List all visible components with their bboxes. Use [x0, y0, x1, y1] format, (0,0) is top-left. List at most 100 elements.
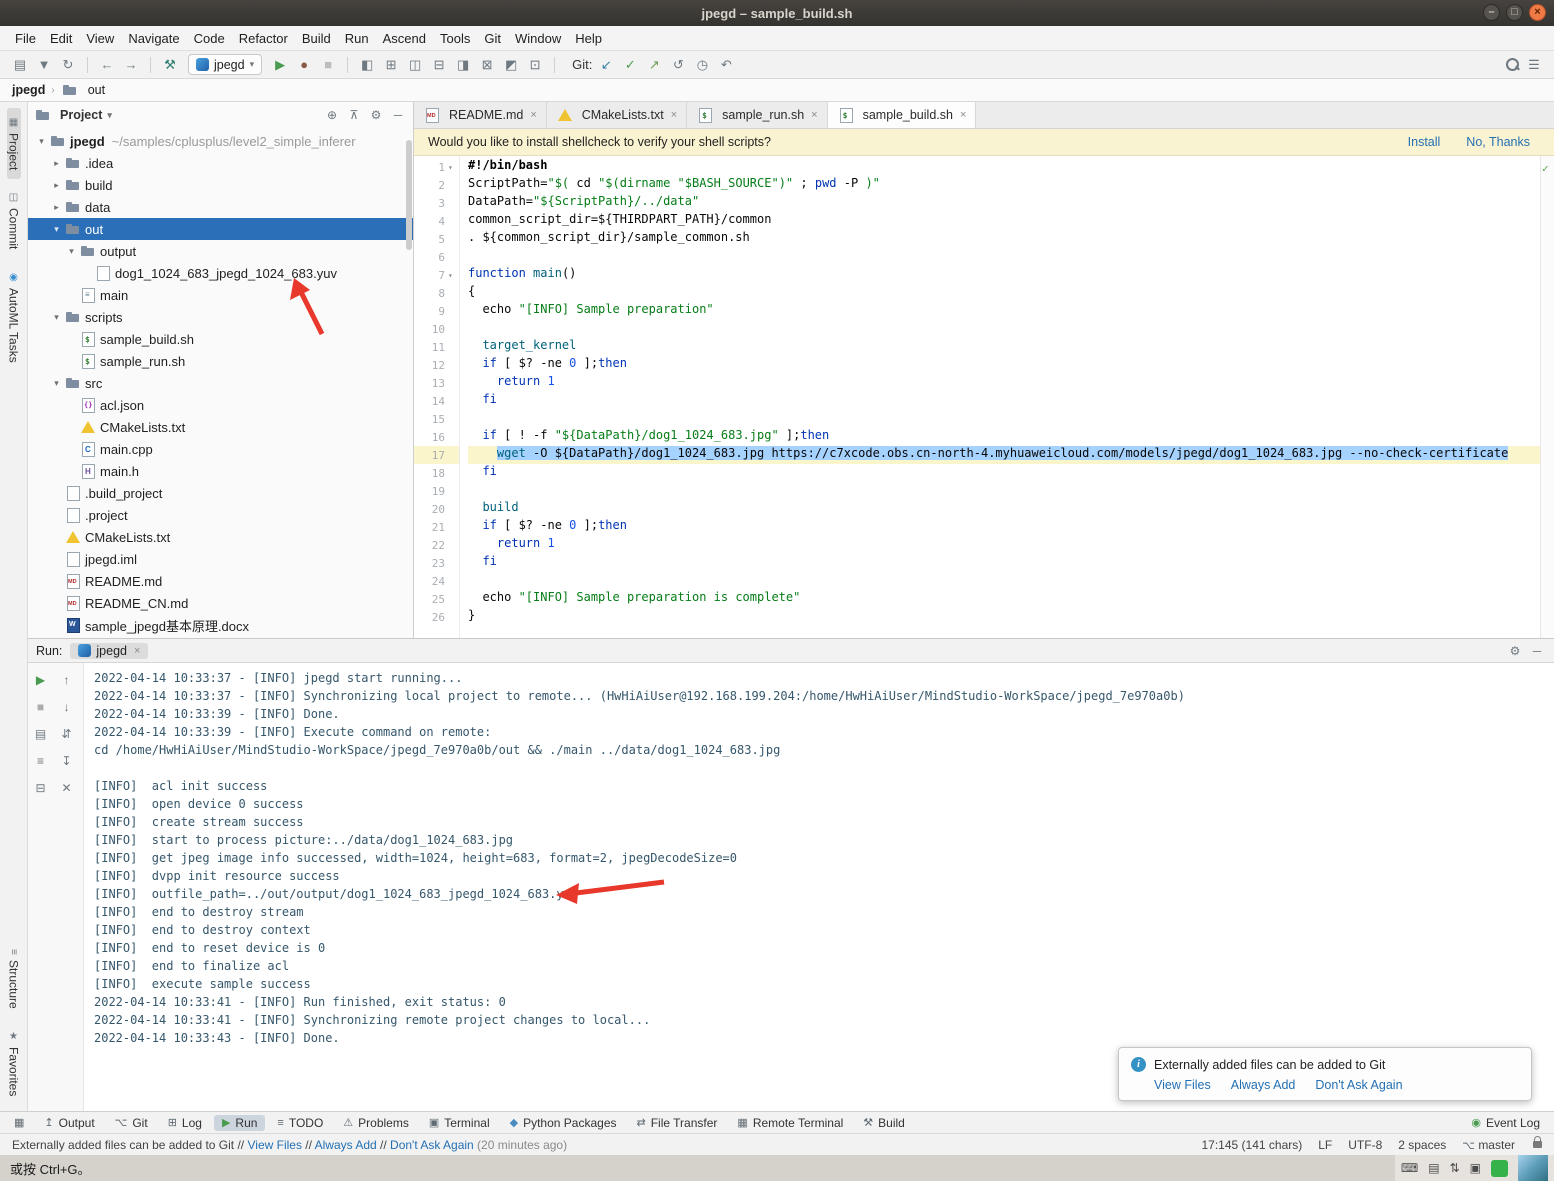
tool-run[interactable]: ▶Run [214, 1115, 265, 1131]
tree-item-jpegd[interactable]: ▾jpegd~/samples/cplusplus/level2_simple_… [28, 130, 413, 152]
layout-icon[interactable]: ▤ [1428, 1161, 1439, 1175]
print-icon[interactable]: ⊟ [31, 779, 51, 797]
profiler-icon[interactable]: ⊞ [381, 55, 401, 75]
hide-panel-icon[interactable]: ─ [389, 106, 407, 124]
project-panel-title[interactable]: Project ▾ [34, 107, 112, 123]
run-icon[interactable]: ▶ [270, 55, 290, 75]
input-mode-icon[interactable]: ▣ [1470, 1161, 1481, 1175]
tree-chevron-icon[interactable]: ▾ [64, 246, 79, 257]
status-link[interactable]: View Files [247, 1138, 301, 1152]
tool-event-log[interactable]: ◉Event Log [1463, 1115, 1548, 1131]
tree-item-sample_build.sh[interactable]: sample_build.sh [28, 328, 413, 350]
tree-chevron-icon[interactable]: ▾ [49, 312, 64, 323]
tree-item-src[interactable]: ▾src [28, 372, 413, 394]
tree-item-.build_project[interactable]: .build_project [28, 482, 413, 504]
compare-icon[interactable]: ◫ [405, 55, 425, 75]
close-button[interactable]: × [1529, 4, 1546, 21]
prev-occurrence-icon[interactable]: ↑ [57, 671, 77, 689]
stop-icon[interactable]: ■ [318, 55, 338, 75]
git-push-icon[interactable]: ↗ [644, 55, 664, 75]
menu-refactor[interactable]: Refactor [232, 29, 295, 48]
board-icon[interactable]: ◩ [501, 55, 521, 75]
tool-problems[interactable]: ⚠Problems [335, 1115, 417, 1131]
next-occurrence-icon[interactable]: ↓ [57, 698, 77, 716]
tree-chevron-icon[interactable]: ▸ [49, 180, 64, 191]
code-editor[interactable]: #!/bin/bashScriptPath="$( cd "$(dirname … [460, 156, 1540, 638]
tree-item-dog1_1024_683_jpegd_1024_683.yuv[interactable]: dog1_1024_683_jpegd_1024_683.yuv [28, 262, 413, 284]
tree-item-README_CN.md[interactable]: README_CN.md [28, 592, 413, 614]
log-icon[interactable]: ⊟ [429, 55, 449, 75]
notification-action-always-add[interactable]: Always Add [1231, 1078, 1296, 1092]
maximize-button[interactable]: □ [1506, 4, 1523, 21]
notification-action-view-files[interactable]: View Files [1154, 1078, 1211, 1092]
run-console[interactable]: 2022-04-14 10:33:37 - [INFO] jpegd start… [84, 663, 1554, 1111]
scroll-to-end-icon[interactable]: ↧ [57, 752, 77, 770]
locate-icon[interactable]: ⊕ [323, 106, 341, 124]
close-icon[interactable]: × [960, 109, 966, 121]
menu-help[interactable]: Help [568, 29, 609, 48]
tree-item-main.h[interactable]: main.h [28, 460, 413, 482]
save-all-icon[interactable]: ▼ [34, 55, 54, 75]
tree-item-main.cpp[interactable]: main.cpp [28, 438, 413, 460]
menu-code[interactable]: Code [187, 29, 232, 48]
banner-action-no-thanks[interactable]: No, Thanks [1466, 135, 1530, 149]
tree-chevron-icon[interactable]: ▾ [49, 224, 64, 235]
tree-item-sample_run.sh[interactable]: sample_run.sh [28, 350, 413, 372]
menu-tools[interactable]: Tools [433, 29, 477, 48]
tree-item-acl.json[interactable]: acl.json [28, 394, 413, 416]
git-update-icon[interactable]: ↙ [596, 55, 616, 75]
tab-sample_run.sh[interactable]: sample_run.sh× [687, 102, 827, 128]
panel-settings-icon[interactable]: ⚙ [367, 106, 385, 124]
updown-icon[interactable]: ⇅ [1450, 1161, 1460, 1175]
model-converter-icon[interactable]: ◧ [357, 55, 377, 75]
tool-build[interactable]: ⚒Build [855, 1115, 913, 1131]
close-icon[interactable]: × [811, 109, 817, 121]
tree-item-jpegd.iml[interactable]: jpegd.iml [28, 548, 413, 570]
sort-icon[interactable]: ⇵ [57, 725, 77, 743]
simulator-icon[interactable]: ⊡ [525, 55, 545, 75]
build-icon[interactable]: ⚒ [160, 55, 180, 75]
menu-ascend[interactable]: Ascend [376, 29, 433, 48]
stripe-item-automl-tasks[interactable]: ◉AutoML Tasks [7, 263, 21, 372]
line-separator[interactable]: LF [1318, 1138, 1332, 1152]
stripe-item-favorites[interactable]: ★Favorites [7, 1022, 21, 1105]
sync-icon[interactable]: ↻ [58, 55, 78, 75]
run-config-selector[interactable]: jpegd ▾ [188, 54, 262, 75]
tree-item-output[interactable]: ▾output [28, 240, 413, 262]
tab-sample_build.sh[interactable]: sample_build.sh× [828, 102, 977, 128]
tree-item-README.md[interactable]: README.md [28, 570, 413, 592]
toolkit-icon[interactable]: ⊠ [477, 55, 497, 75]
tree-item-out[interactable]: ▾out [28, 218, 413, 240]
stripe-item-commit[interactable]: ◫Commit [7, 183, 21, 258]
collapse-all-icon[interactable]: ⊼ [345, 106, 363, 124]
menu-git[interactable]: Git [477, 29, 508, 48]
git-undo-icon[interactable]: ↶ [716, 55, 736, 75]
tree-item-.project[interactable]: .project [28, 504, 413, 526]
soft-wrap-icon[interactable]: ≡ [31, 752, 51, 770]
file-encoding[interactable]: UTF-8 [1348, 1138, 1382, 1152]
back-icon[interactable]: ← [97, 55, 117, 75]
git-history-icon[interactable]: ◷ [692, 55, 712, 75]
git-commit-icon[interactable]: ✓ [620, 55, 640, 75]
ime-indicator[interactable] [1491, 1160, 1508, 1177]
tool-log[interactable]: ⊞Log [160, 1115, 210, 1131]
clear-console-icon[interactable]: ✕ [57, 779, 77, 797]
tree-item-build[interactable]: ▸build [28, 174, 413, 196]
close-icon[interactable]: × [530, 109, 536, 121]
tool-remote-terminal[interactable]: ▦Remote Terminal [729, 1115, 851, 1131]
tool-file-transfer[interactable]: ⇄File Transfer [629, 1115, 726, 1131]
tool-python-packages[interactable]: ◆Python Packages [502, 1115, 625, 1131]
lock-icon[interactable] [1533, 1141, 1542, 1148]
close-icon[interactable]: × [671, 109, 677, 121]
menu-run[interactable]: Run [338, 29, 376, 48]
tool-todo[interactable]: ≡TODO [269, 1115, 331, 1131]
search-icon[interactable] [1505, 57, 1520, 72]
tree-item-CMakeLists.txt[interactable]: CMakeLists.txt [28, 416, 413, 438]
analysis-icon[interactable]: ◨ [453, 55, 473, 75]
menu-build[interactable]: Build [295, 29, 338, 48]
tree-item-.idea[interactable]: ▸.idea [28, 152, 413, 174]
tree-chevron-icon[interactable]: ▸ [49, 158, 64, 169]
keyboard-icon[interactable]: ⌨ [1401, 1161, 1418, 1175]
breadcrumb-project[interactable]: jpegd [12, 83, 45, 97]
banner-action-install[interactable]: Install [1408, 135, 1441, 149]
